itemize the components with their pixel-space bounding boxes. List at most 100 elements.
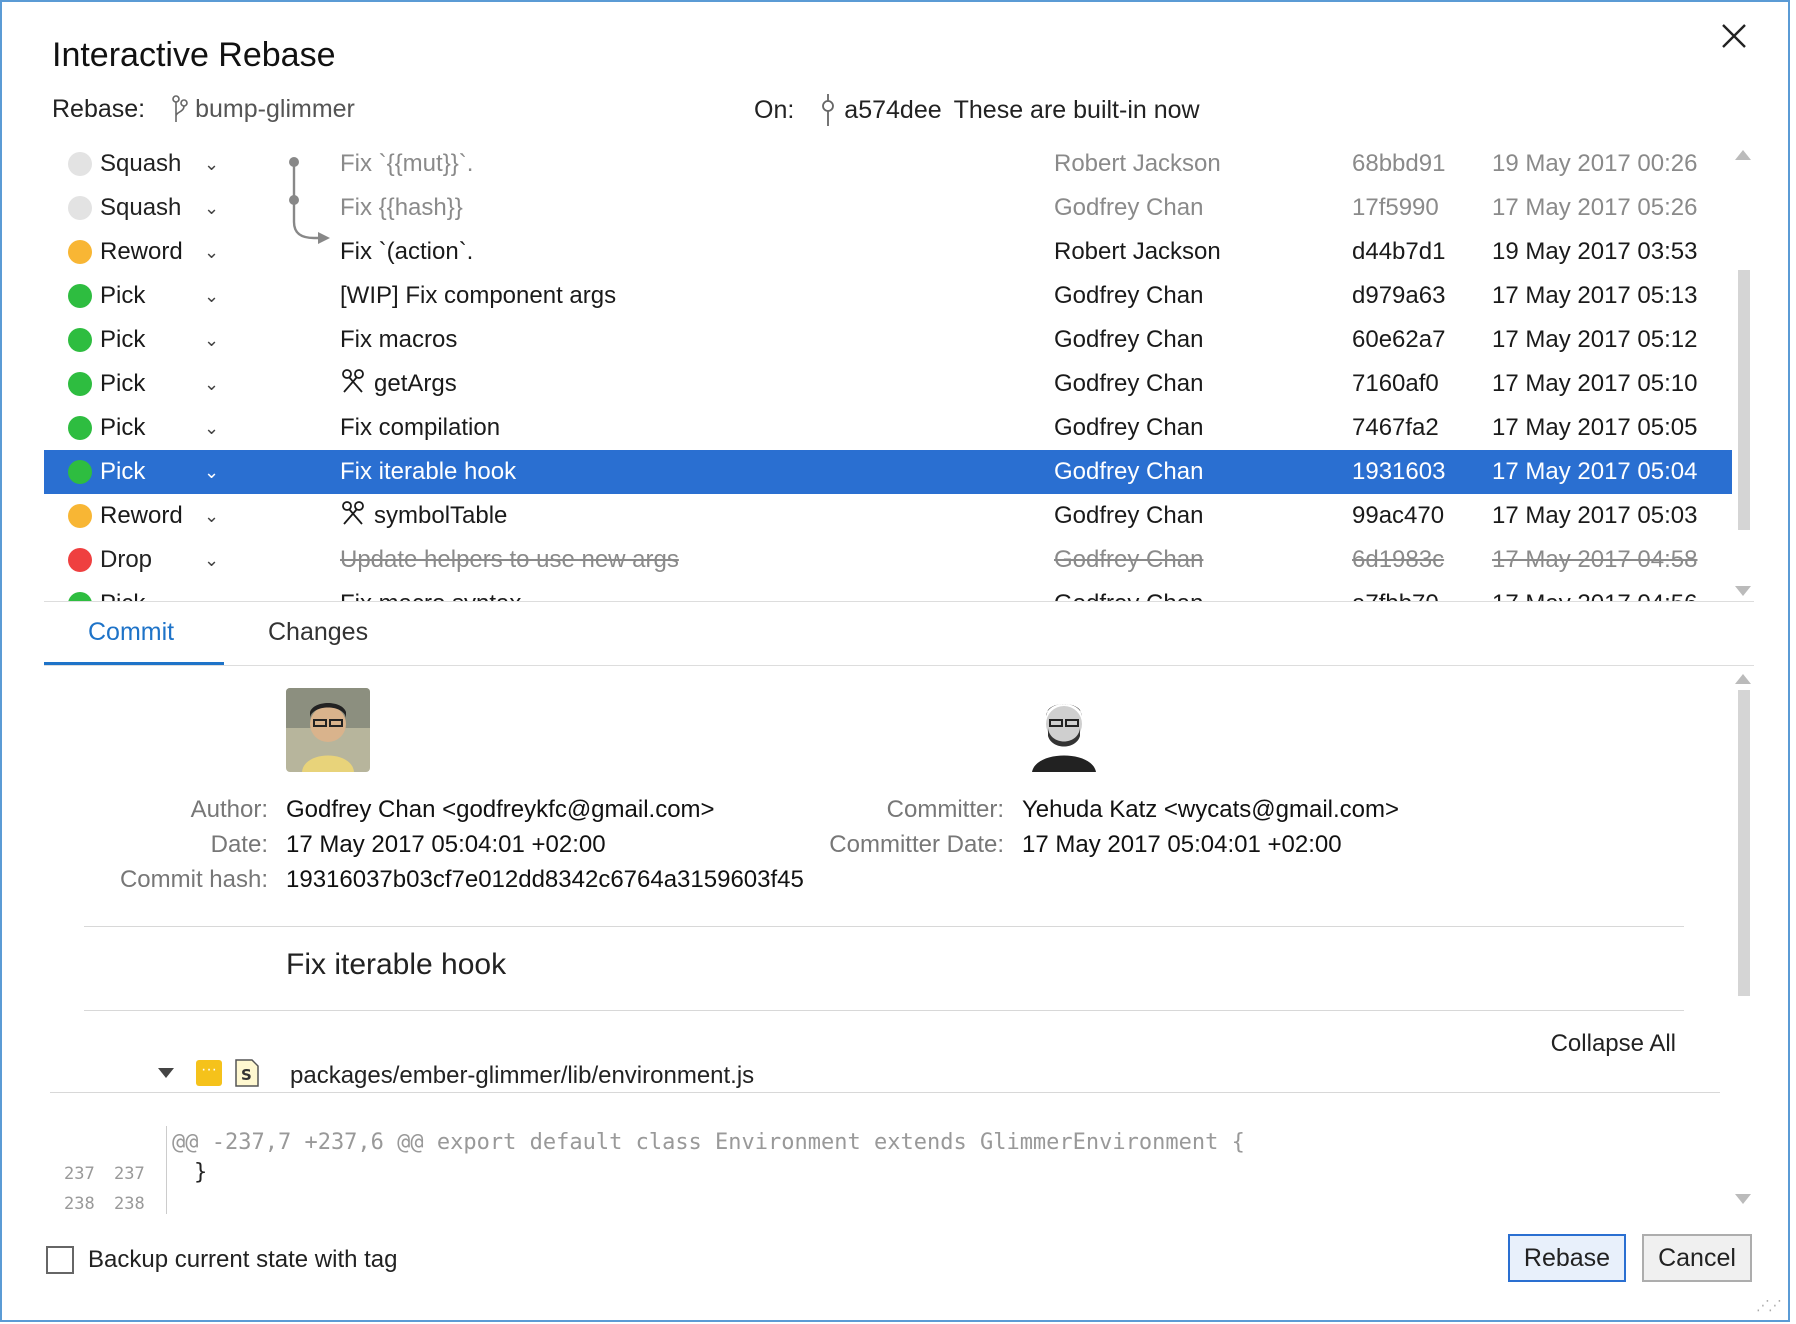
scroll-down-arrow-icon[interactable] — [1735, 586, 1751, 596]
commit-date: 17 May 2017 05:05 — [1492, 414, 1698, 441]
commit-hash: 68bbd91 — [1352, 150, 1446, 177]
commit-date: 17 May 2017 05:10 — [1492, 370, 1698, 397]
commit-message-text: Update helpers to use new args — [340, 546, 679, 573]
tab-commit[interactable]: Commit — [88, 618, 174, 647]
scroll-up-arrow-icon[interactable] — [1735, 150, 1751, 160]
date-field: Date: 17 May 2017 05:04:01 +02:00 — [44, 831, 606, 859]
scrollbar-thumb[interactable] — [1738, 270, 1750, 530]
chevron-down-icon[interactable]: ⌄ — [204, 242, 219, 263]
status-dot-icon — [68, 328, 92, 352]
commit-hash: 7467fa2 — [1352, 414, 1439, 441]
diff-gutter-line — [166, 1126, 167, 1214]
committer-avatar — [1022, 688, 1106, 772]
commit-row[interactable]: Drop ⌄ Update helpers to use new args Godfr… — [44, 538, 1732, 582]
modified-badge-icon: ··· — [196, 1060, 222, 1086]
commit-row[interactable]: Pick ⌄ Fix macro syntax Godfrey Chan a7fbb70… — [44, 582, 1732, 602]
action-label[interactable]: Pick — [100, 282, 145, 310]
action-label[interactable]: Reword — [100, 502, 183, 530]
commit-message-text: Fix {{hash}} — [340, 194, 463, 221]
action-label[interactable]: Reword — [100, 238, 183, 266]
scroll-down-arrow-icon[interactable] — [1735, 1194, 1751, 1204]
commit-date: 17 May 2017 05:12 — [1492, 326, 1698, 353]
commit-message: Fix {{hash}} — [340, 194, 463, 222]
rebase-button[interactable]: Rebase — [1508, 1234, 1626, 1282]
commit-message-text: Fix macro syntax — [340, 590, 521, 601]
detail-tabs: Commit Changes — [44, 604, 1754, 666]
chevron-down-icon[interactable]: ⌄ — [204, 330, 219, 351]
tab-changes[interactable]: Changes — [268, 618, 368, 647]
action-label[interactable]: Pick — [100, 370, 145, 398]
commit-message: Fix `(action`. — [340, 238, 473, 266]
chevron-down-icon[interactable]: ⌄ — [204, 286, 219, 307]
details-scrollbar[interactable] — [1732, 666, 1754, 1214]
chevron-down-icon[interactable]: ⌄ — [204, 550, 219, 571]
commit-list-scrollbar[interactable] — [1732, 142, 1754, 601]
commit-row[interactable]: Reword ⌄ Fix `(action`. Robert Jackson d44b7… — [44, 230, 1732, 274]
commit-row[interactable]: Pick ⌄ Fix macros Godfrey Chan 60e62a7 17 May… — [44, 318, 1732, 362]
rebase-branch-name: bump-glimmer — [195, 94, 355, 123]
chevron-down-icon[interactable]: ⌄ — [204, 418, 219, 439]
commit-row[interactable]: Pick ⌄ [WIP] Fix component args Godfrey Cha… — [44, 274, 1732, 318]
commit-hash: 17f5990 — [1352, 194, 1439, 221]
commit-hash-value[interactable]: 19316037b03cf7e012dd8342c6764a3159603f45 — [286, 866, 804, 893]
chevron-down-icon[interactable]: ⌄ — [204, 154, 219, 175]
chevron-down-icon[interactable]: ⌄ — [204, 462, 219, 483]
commit-hash-field: Commit hash: 19316037b03cf7e012dd8342c676… — [44, 866, 804, 894]
chevron-down-icon[interactable]: ⌄ — [204, 594, 219, 602]
active-tab-indicator — [44, 662, 224, 665]
backup-checkbox[interactable] — [46, 1246, 74, 1274]
collapse-triangle-icon[interactable] — [158, 1068, 174, 1078]
chevron-down-icon[interactable]: ⌄ — [204, 374, 219, 395]
divider — [84, 1010, 1684, 1011]
status-dot-icon — [68, 592, 92, 601]
action-label[interactable]: Pick — [100, 458, 145, 486]
commit-row[interactable]: Pick ⌄ getArgs Godfrey Chan 7160af0 17 May 20… — [44, 362, 1732, 406]
dialog-title: Interactive Rebase — [52, 36, 336, 74]
new-line-number: 237 — [114, 1164, 145, 1184]
committer-date-label: Committer Date: — [829, 831, 1004, 858]
commit-author: Godfrey Chan — [1054, 414, 1204, 441]
commit-row[interactable]: Reword ⌄ symbolTable Godfrey Chan 99ac470 17 … — [44, 494, 1732, 538]
commit-row[interactable]: Pick ⌄ Fix compilation Godfrey Chan 7467fa2 1… — [44, 406, 1732, 450]
resize-grip-icon[interactable]: ⋰⋰ — [1756, 1297, 1782, 1314]
action-label[interactable]: Pick — [100, 326, 145, 354]
scroll-up-arrow-icon[interactable] — [1735, 674, 1751, 684]
commit-row[interactable]: Squash ⌄ Fix {{hash}} Godfrey Chan 17f5990 17… — [44, 186, 1732, 230]
commit-author: Robert Jackson — [1054, 150, 1221, 177]
on-label: On: — [754, 95, 795, 124]
svg-text:S: S — [241, 1066, 252, 1084]
commit-row[interactable]: Pick ⌄ Fix iterable hook Godfrey Chan 193160… — [44, 450, 1732, 494]
close-icon[interactable] — [1714, 14, 1754, 54]
interactive-rebase-dialog: Interactive Rebase Rebase: bump-glimmer … — [0, 0, 1790, 1322]
commit-author: Godfrey Chan — [1054, 326, 1204, 353]
commit-subject: Fix iterable hook — [286, 948, 507, 981]
commit-row[interactable]: Squash ⌄ Fix `{{mut}}`. Robert Jackson 68bbd… — [44, 142, 1732, 186]
chevron-down-icon[interactable]: ⌄ — [204, 198, 219, 219]
commit-message: Fix `{{mut}}`. — [340, 150, 473, 178]
scrollbar-thumb[interactable] — [1738, 690, 1750, 996]
status-dot-icon — [68, 152, 92, 176]
commit-date: 17 May 2017 05:13 — [1492, 282, 1698, 309]
file-header[interactable]: ··· S packages/ember-glimmer/lib/environ… — [44, 1054, 1724, 1104]
commit-date: 17 May 2017 04:56 — [1492, 590, 1698, 601]
commit-message-text: Fix `(action`. — [340, 238, 474, 265]
commit-message: getArgs — [340, 368, 457, 401]
commit-list[interactable]: Squash ⌄ Fix `{{mut}}`. Robert Jackson 68bbd… — [44, 142, 1754, 602]
action-label[interactable]: Squash — [100, 150, 181, 178]
commit-message: Fix compilation — [340, 414, 500, 442]
committer-value: Yehuda Katz <wycats@gmail.com> — [1022, 796, 1400, 823]
commit-details-panel: Author: Godfrey Chan <godfreykfc@gmail.co… — [44, 666, 1754, 1214]
chevron-down-icon[interactable]: ⌄ — [204, 506, 219, 527]
action-label[interactable]: Squash — [100, 194, 181, 222]
status-dot-icon — [68, 372, 92, 396]
onto-commit-hash: a574dee — [844, 95, 942, 124]
action-label[interactable]: Drop — [100, 546, 152, 574]
date-value: 17 May 2017 05:04:01 +02:00 — [286, 831, 606, 858]
commit-message-text: [WIP] Fix component args — [340, 282, 617, 309]
action-label[interactable]: Pick — [100, 590, 145, 601]
cancel-button[interactable]: Cancel — [1642, 1234, 1752, 1282]
backup-option[interactable]: Backup current state with tag — [46, 1246, 398, 1274]
action-label[interactable]: Pick — [100, 414, 145, 442]
committer-field: Committer: Yehuda Katz <wycats@gmail.com> — [744, 796, 1399, 824]
date-label: Date: — [210, 831, 268, 858]
